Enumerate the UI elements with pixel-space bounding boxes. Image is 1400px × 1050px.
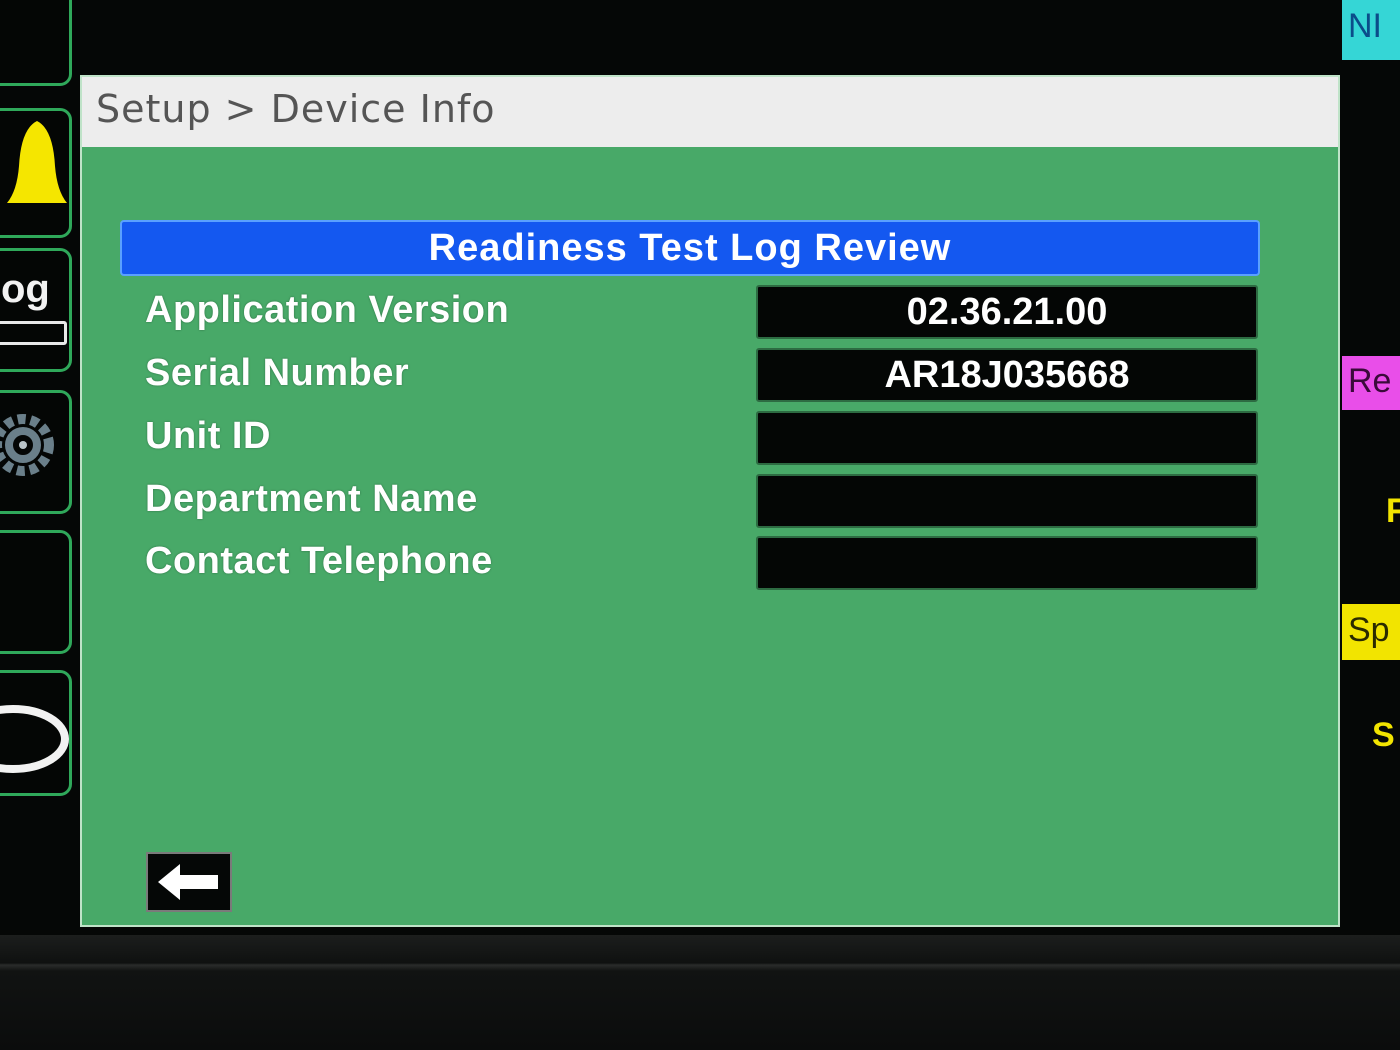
device-bezel [0, 935, 1400, 1050]
sidebar-button-top[interactable] [0, 0, 72, 86]
sidebar-button-blank[interactable] [0, 530, 72, 654]
sidebar-log-bar [0, 321, 67, 345]
device-info-panel: Setup > Device Info Readiness Test Log R… [80, 75, 1340, 927]
field-contact-telephone[interactable] [756, 536, 1258, 590]
sidebar-button-log[interactable]: og [0, 248, 72, 372]
back-arrow-icon [158, 864, 218, 900]
panel-title: Readiness Test Log Review [120, 220, 1260, 276]
field-unit-id[interactable] [756, 411, 1258, 465]
device-screen: og NI Re F Sp S Setup > Device Info Read… [0, 0, 1400, 935]
label-department-name: Department Name [145, 478, 478, 520]
label-contact-telephone: Contact Telephone [145, 540, 493, 582]
oval-icon [0, 705, 69, 773]
sidebar-button-settings[interactable] [0, 390, 72, 514]
sidebar-button-alarm[interactable] [0, 108, 72, 238]
right-badge-ni[interactable]: NI [1342, 0, 1400, 60]
label-application-version: Application Version [145, 289, 510, 331]
breadcrumb-bar: Setup > Device Info [82, 77, 1338, 147]
sidebar-log-label: og [1, 267, 50, 311]
right-badge-re[interactable]: Re [1342, 356, 1400, 410]
gear-icon [0, 414, 54, 476]
field-application-version[interactable]: 02.36.21.00 [756, 285, 1258, 339]
right-label-f: F [1386, 492, 1400, 530]
back-button[interactable] [146, 852, 232, 912]
field-department-name[interactable] [756, 474, 1258, 528]
label-serial-number: Serial Number [145, 352, 410, 394]
breadcrumb: Setup > Device Info [96, 87, 496, 131]
right-badge-sp[interactable]: Sp [1342, 604, 1400, 660]
right-label-s: S [1372, 716, 1395, 754]
bell-icon [7, 121, 67, 203]
field-serial-number[interactable]: AR18J035668 [756, 348, 1258, 402]
label-unit-id: Unit ID [145, 415, 271, 457]
sidebar-button-oval[interactable] [0, 670, 72, 796]
